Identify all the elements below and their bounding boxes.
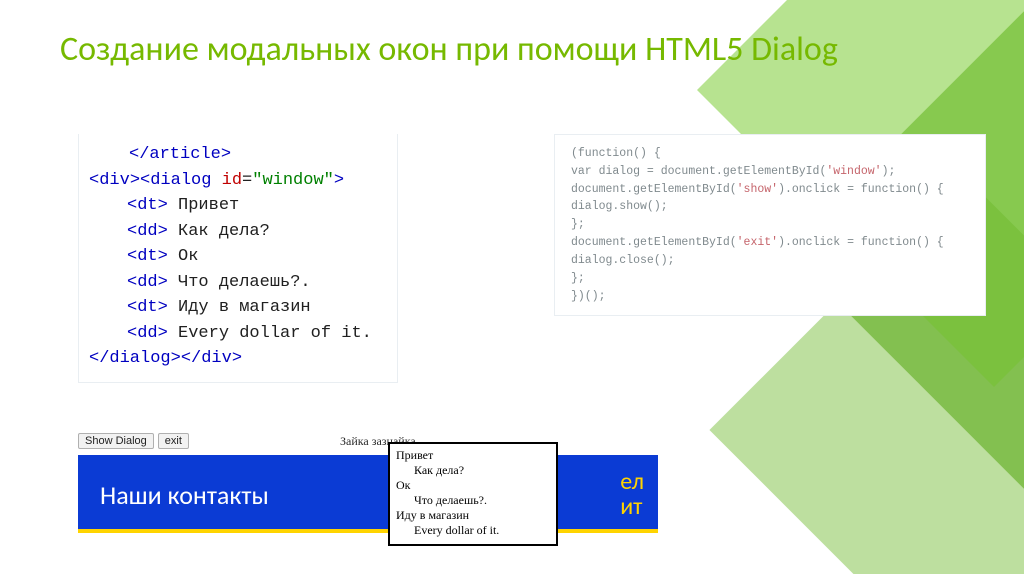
dialog-dt: Иду в магазин [396,508,548,523]
dialog-dt: Привет [396,448,548,463]
html-code-block: </article> <div><dialog id="window"> <dt… [78,134,398,383]
js-code-block: (function() { var dialog = document.getE… [554,134,986,316]
slide-title: Создание модальных окон при помощи HTML5… [60,30,964,71]
show-dialog-button[interactable]: Show Dialog [78,433,154,449]
dialog-dt: Ок [396,478,548,493]
dialog-popup: Привет Как дела? Ок Что делаешь?. Иду в … [388,442,558,546]
dialog-dd: Every dollar of it. [414,523,548,538]
contacts-banner: Наши контакты ел ит [78,455,658,533]
dialog-dd: Как дела? [414,463,548,478]
contacts-label: Наши контакты [100,479,269,511]
dialog-dd: Что делаешь?. [414,493,548,508]
exit-button[interactable]: exit [158,433,189,449]
partial-text: ел ит [620,469,644,519]
